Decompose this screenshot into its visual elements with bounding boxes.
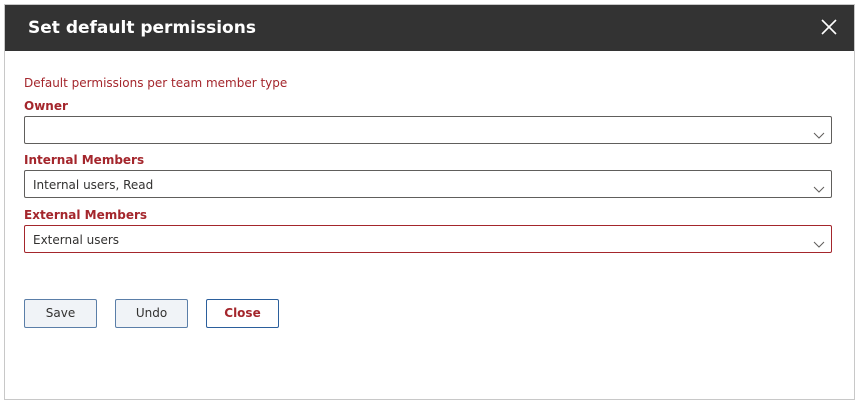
dialog-title: Set default permissions — [28, 18, 256, 38]
internal-members-dropdown-value: Internal users, Read — [33, 178, 154, 192]
section-label: Default permissions per team member type — [24, 76, 288, 90]
owner-dropdown[interactable] — [24, 116, 832, 144]
internal-members-label: Internal Members — [24, 153, 145, 167]
external-members-label: External Members — [24, 208, 148, 222]
dialog-titlebar: Set default permissions — [5, 5, 854, 51]
permissions-dialog: Set default permissions Default permissi… — [4, 4, 855, 400]
undo-button[interactable]: Undo — [115, 299, 188, 328]
chevron-down-icon — [813, 179, 825, 193]
close-icon[interactable] — [819, 17, 839, 37]
save-button[interactable]: Save — [24, 299, 97, 328]
external-members-dropdown[interactable]: External users — [24, 225, 832, 253]
internal-members-dropdown[interactable]: Internal users, Read — [24, 170, 832, 198]
chevron-down-icon — [813, 234, 825, 248]
owner-label: Owner — [24, 99, 68, 113]
chevron-down-icon — [813, 125, 825, 139]
close-button[interactable]: Close — [206, 299, 279, 328]
external-members-dropdown-value: External users — [33, 233, 120, 247]
